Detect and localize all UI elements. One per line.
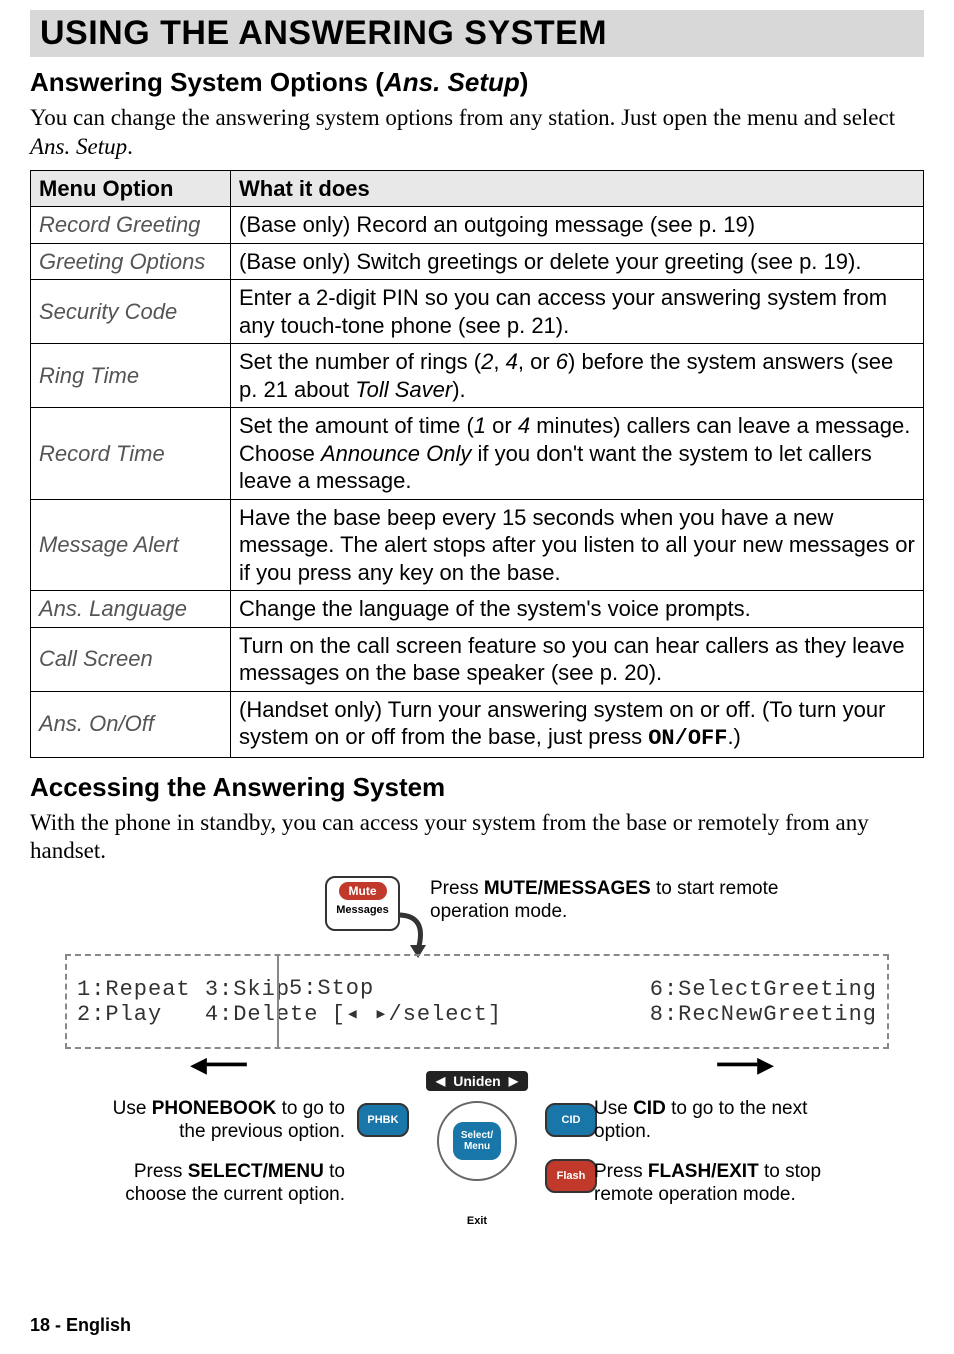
lcd-display: 1:Repeat 3:Skip 2:Play 4:Delete 5:Stop [… (65, 954, 889, 1049)
tri-left-icon: ◀ (436, 1074, 445, 1088)
arrow-right-icon: ━━━▶ (717, 1052, 774, 1078)
lcd-1-repeat-3-skip: 1:Repeat 3:Skip (77, 977, 267, 1002)
table-head-row: Menu Option What it does (31, 170, 924, 207)
page-number: 18 (30, 1315, 50, 1335)
mute-caption: Press MUTE/MESSAGES to start remote oper… (430, 878, 780, 924)
uniden-logo-bar: ◀ Uniden ▶ (426, 1071, 528, 1091)
section-1-intro: You can change the answering system opti… (30, 104, 924, 162)
intro-b: Ans. Setup (30, 134, 127, 159)
cid-caption: Use CID to go to the next option. (594, 1098, 854, 1144)
option-cell: Ans. Language (31, 591, 231, 628)
desc-cell: Enter a 2-digit PIN so you can access yo… (231, 280, 924, 344)
heading-prefix: Answering System Options ( (30, 67, 384, 97)
heading-italic: Ans. Setup (384, 67, 520, 97)
heading-suffix: ) (520, 67, 529, 97)
section-2-heading: Accessing the Answering System (30, 772, 924, 803)
th-option: Menu Option (31, 170, 231, 207)
table-row: Call ScreenTurn on the call screen featu… (31, 627, 924, 691)
table-row: Ans. LanguageChange the language of the … (31, 591, 924, 628)
table-row: Record TimeSet the amount of time (1 or … (31, 408, 924, 500)
option-cell: Record Time (31, 408, 231, 500)
phbk-button[interactable]: PHBK (357, 1103, 409, 1137)
table-row: Greeting Options(Base only) Switch greet… (31, 243, 924, 280)
lcd-select-hint: [◂ ▸/select] (289, 1001, 462, 1027)
nav-ring[interactable]: Select/ Menu (437, 1101, 517, 1181)
uniden-text: Uniden (453, 1073, 500, 1089)
desc-cell: Have the base beep every 15 seconds when… (231, 499, 924, 591)
lcd-8-rec-new-greeting: 8:RecNewGreeting (482, 1002, 877, 1027)
page-title-bar: USING THE ANSWERING SYSTEM (30, 10, 924, 57)
intro-c: . (127, 134, 133, 159)
cid-button[interactable]: CID (545, 1103, 597, 1137)
mute-pill: Mute (339, 882, 387, 900)
option-cell: Security Code (31, 280, 231, 344)
flash-button[interactable]: Flash (545, 1159, 597, 1193)
option-cell: Call Screen (31, 627, 231, 691)
option-cell: Ring Time (31, 344, 231, 408)
page-title: USING THE ANSWERING SYSTEM (40, 14, 914, 53)
desc-cell: Set the number of rings (2, 4, or 6) bef… (231, 344, 924, 408)
option-cell: Ans. On/Off (31, 691, 231, 757)
desc-cell: (Base only) Switch greetings or delete y… (231, 243, 924, 280)
option-cell: Greeting Options (31, 243, 231, 280)
flash-caption: Press FLASH/EXIT to stop remote operatio… (594, 1161, 854, 1207)
th-desc: What it does (231, 170, 924, 207)
lcd-2-play-4-delete: 2:Play 4:Delete (77, 1002, 267, 1027)
table-row: Record Greeting(Base only) Record an out… (31, 207, 924, 244)
table-row: Message AlertHave the base beep every 15… (31, 499, 924, 591)
desc-cell: Set the amount of time (1 or 4 minutes) … (231, 408, 924, 500)
lcd-col-2: 5:Stop [◂ ▸/select] (277, 956, 472, 1047)
tri-right-icon: ▶ (509, 1074, 518, 1088)
arrow-left-icon: ◀━━━ (190, 1052, 247, 1078)
desc-cell: Change the language of the system's voic… (231, 591, 924, 628)
select-caption: Press SELECT/MENU to choose the current … (85, 1161, 345, 1207)
option-cell: Message Alert (31, 499, 231, 591)
select-menu-button[interactable]: Select/ Menu (453, 1122, 501, 1160)
page-footer: 18 - English (30, 1315, 131, 1336)
options-table: Menu Option What it does Record Greeting… (30, 170, 924, 758)
lcd-col-1: 1:Repeat 3:Skip 2:Play 4:Delete (67, 956, 277, 1047)
footer-lang: English (66, 1315, 131, 1335)
desc-cell: Turn on the call screen feature so you c… (231, 627, 924, 691)
desc-cell: (Base only) Record an outgoing message (… (231, 207, 924, 244)
remote-operation-diagram: Mute Messages Press MUTE/MESSAGES to sta… (30, 876, 924, 1256)
table-row: Security CodeEnter a 2-digit PIN so you … (31, 280, 924, 344)
phone-controls: ◀ Uniden ▶ PHBK CID Flash Select/ Menu E… (347, 1071, 607, 1221)
option-cell: Record Greeting (31, 207, 231, 244)
phbk-caption: Use PHONEBOOK to go to the previous opti… (85, 1098, 345, 1144)
lcd-col-3: 6:SelectGreeting 8:RecNewGreeting (472, 956, 887, 1047)
intro-a: You can change the answering system opti… (30, 105, 895, 130)
section-1-heading: Answering System Options (Ans. Setup) (30, 67, 924, 98)
lcd-6-select-greeting: 6:SelectGreeting (482, 977, 877, 1002)
desc-cell: (Handset only) Turn your answering syste… (231, 691, 924, 757)
exit-label: Exit (467, 1215, 487, 1227)
section-2-intro: With the phone in standby, you can acces… (30, 809, 924, 867)
table-row: Ring TimeSet the number of rings (2, 4, … (31, 344, 924, 408)
table-row: Ans. On/Off(Handset only) Turn your answ… (31, 691, 924, 757)
lcd-5-stop: 5:Stop (289, 976, 462, 1001)
